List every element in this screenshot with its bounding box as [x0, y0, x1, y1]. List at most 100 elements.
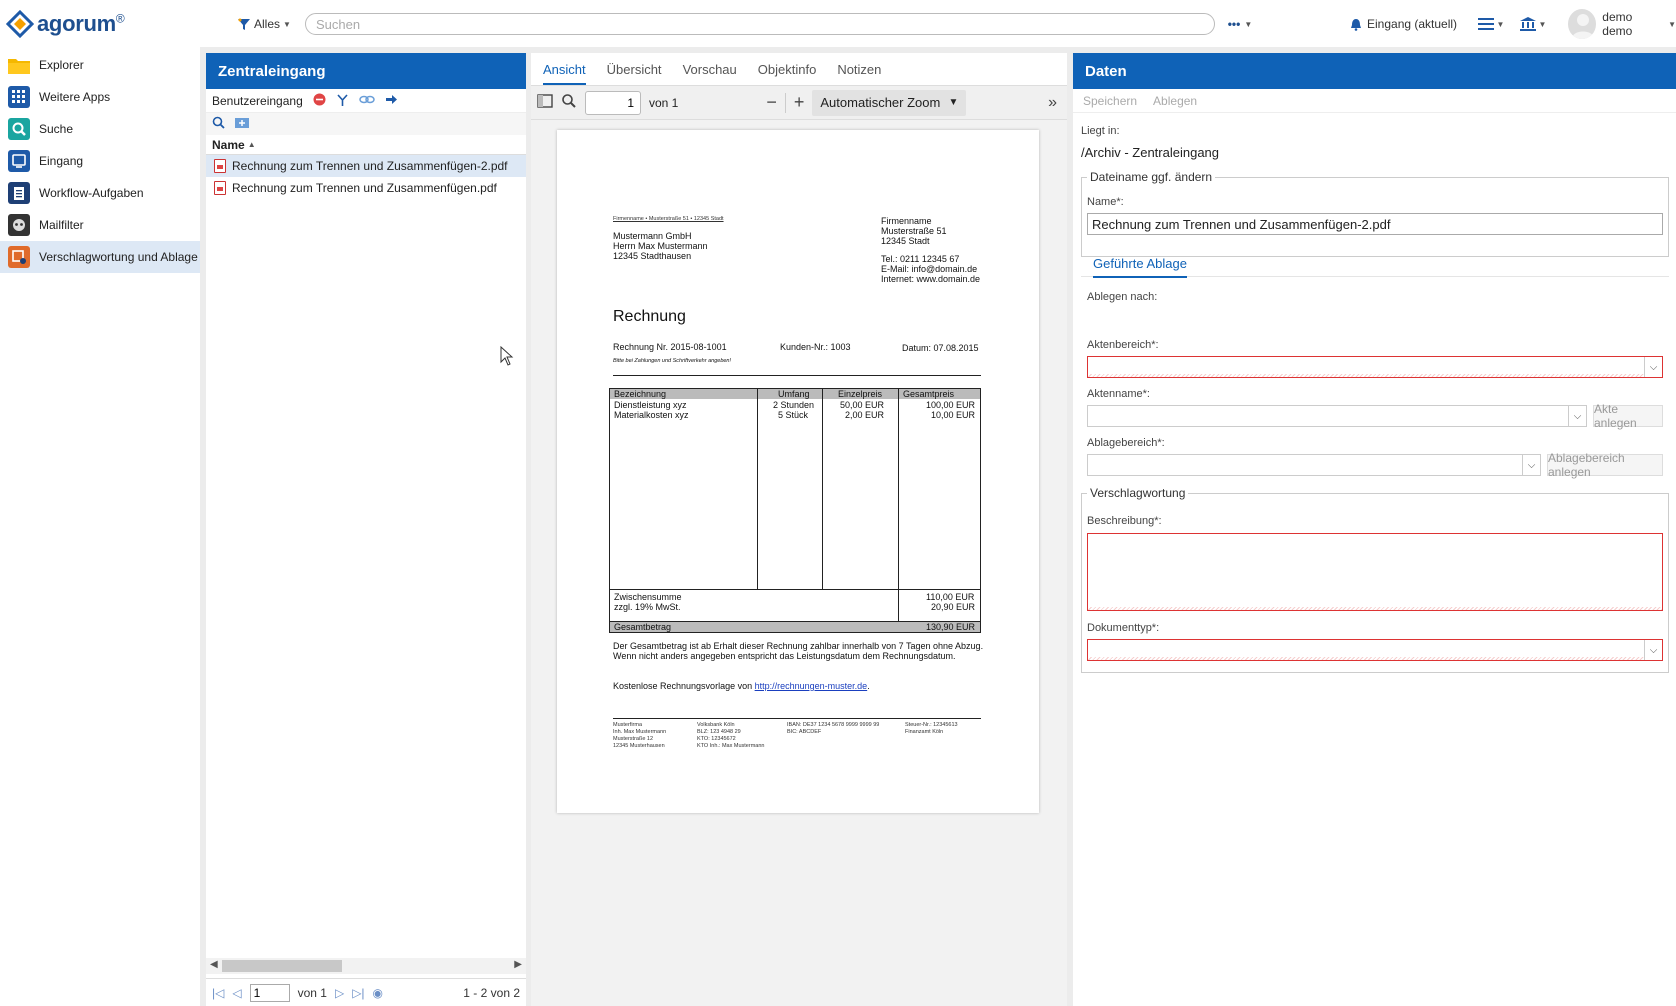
create-area-button[interactable]: Ablagebereich anlegen — [1547, 451, 1663, 479]
create-file-button[interactable]: Akte anlegen — [1593, 402, 1663, 430]
footer-line: KTO: 12345672 — [697, 736, 736, 742]
column-header-name[interactable]: Name ▲ — [206, 135, 526, 155]
doctype-combo[interactable]: ⌵ — [1087, 639, 1663, 661]
tab-ansicht[interactable]: Ansicht — [543, 62, 586, 85]
sidebar-item-mailfilter[interactable]: Mailfilter — [0, 209, 200, 241]
hamburger-icon — [1477, 18, 1494, 30]
aktenname-combo[interactable]: ⌵ — [1087, 405, 1587, 427]
table-cell: 2 Stunden — [773, 400, 815, 410]
pdf-page-input[interactable] — [585, 90, 641, 115]
vat-value: 20,90 EUR — [931, 602, 976, 612]
aktenname-label: Aktenname*: — [1087, 388, 1150, 400]
search-scope-dropdown[interactable]: Alles ▼ — [237, 14, 291, 34]
scroll-left-icon[interactable]: ◀ — [210, 959, 218, 970]
chevron-down-icon[interactable]: ⌵ — [1644, 640, 1662, 660]
chevron-down-icon: ▼ — [948, 97, 959, 108]
sidebar-toggle-icon[interactable] — [537, 94, 553, 111]
next-page-icon[interactable]: ▷ — [335, 986, 344, 1000]
find-icon[interactable] — [561, 93, 577, 112]
sidebar: Explorer Weitere Apps Suche Eingang Work… — [0, 47, 200, 1006]
table-header-cell: Gesamtpreis — [903, 389, 955, 399]
scroll-right-icon[interactable]: ▶ — [514, 959, 522, 970]
tab-uebersicht[interactable]: Übersicht — [607, 62, 662, 85]
first-page-icon[interactable]: |◁ — [212, 986, 224, 1000]
building-icon — [1519, 17, 1536, 31]
description-textarea[interactable] — [1087, 533, 1663, 611]
search-icon — [8, 118, 30, 140]
name-input[interactable]: Rechnung zum Trennen und Zusammenfügen-2… — [1087, 213, 1663, 235]
template-prefix: Kostenlose Rechnungsvorlage von — [613, 681, 753, 691]
zoom-out-icon[interactable]: − — [766, 92, 777, 113]
more-options-button[interactable]: ••• ▼ — [1221, 14, 1259, 34]
save-button[interactable]: Speichern — [1083, 94, 1137, 108]
sidebar-item-verschlagwortung-und-ablage[interactable]: Verschlagwortung und Ablage — [0, 241, 200, 273]
double-chevron-right-icon[interactable]: » — [1048, 94, 1057, 112]
app-logo[interactable]: agorum® — [6, 7, 125, 41]
table-divider — [610, 589, 980, 590]
tab-notizen[interactable]: Notizen — [837, 62, 881, 85]
inbox-current-button[interactable]: Eingang (aktuell) — [1350, 14, 1457, 34]
user-menu[interactable]: demo demo ▼ — [1568, 8, 1676, 40]
sidebar-item-suche[interactable]: Suche — [0, 113, 200, 145]
split-icon[interactable] — [336, 93, 349, 109]
pdf-file-icon — [214, 159, 226, 173]
aktenbereich-label: Aktenbereich*: — [1087, 339, 1159, 351]
rename-legend: Dateiname ggf. ändern — [1087, 170, 1216, 184]
divider — [613, 375, 981, 376]
name-label: Name*: — [1087, 196, 1124, 208]
contact-line: E-Mail: info@domain.de — [881, 264, 978, 274]
sidebar-item-eingang[interactable]: Eingang — [0, 145, 200, 177]
last-page-icon[interactable]: ▷| — [352, 986, 364, 1000]
chevron-down-icon[interactable]: ⌵ — [1522, 455, 1540, 475]
zoom-select[interactable]: Automatischer Zoom ▼ — [812, 89, 967, 116]
sidebar-item-workflow-aufgaben[interactable]: Workflow-Aufgaben — [0, 177, 200, 209]
top-bar: agorum® Alles ▼ ••• ▼ Eingang (aktuell) … — [0, 0, 1676, 47]
ablagebereich-combo[interactable]: ⌵ — [1087, 454, 1541, 476]
contact-line: Internet: www.domain.de — [881, 274, 981, 284]
merge-icon[interactable] — [359, 93, 375, 109]
pdf-file-icon — [214, 181, 226, 195]
sidebar-item-explorer[interactable]: Explorer — [0, 49, 200, 81]
template-link[interactable]: http://rechnungen-muster.de — [755, 681, 868, 691]
tab-guided-filing[interactable]: Geführte Ablage — [1093, 256, 1187, 278]
list-item[interactable]: Rechnung zum Trennen und Zusammenfügen.p… — [206, 177, 526, 199]
previous-page-icon[interactable]: ◁ — [232, 986, 241, 1000]
table-cell: 5 Stück — [778, 410, 809, 420]
search-icon[interactable] — [212, 116, 225, 132]
sidebar-item-label: Weitere Apps — [39, 90, 111, 104]
table-header-cell: Umfang — [778, 389, 810, 399]
ellipsis-icon: ••• — [1227, 17, 1241, 31]
tagging-legend: Verschlagwortung — [1087, 486, 1189, 500]
pdf-page-total: von 1 — [649, 95, 679, 110]
page-number-input[interactable] — [249, 983, 290, 1002]
zoom-in-icon[interactable]: + — [794, 92, 805, 113]
scrollbar-thumb[interactable] — [222, 960, 342, 972]
chevron-down-icon[interactable]: ⌵ — [1568, 406, 1586, 426]
list-item[interactable]: Rechnung zum Trennen und Zusammenfügen-2… — [206, 155, 526, 177]
arrow-right-icon[interactable] — [385, 93, 398, 109]
eye-icon[interactable]: ◉ — [373, 986, 383, 1000]
chevron-down-icon[interactable]: ⌵ — [1644, 357, 1662, 377]
main-menu-button[interactable]: ▼ — [1474, 14, 1508, 34]
table-divider — [757, 389, 758, 589]
tab-objektinfo[interactable]: Objektinfo — [758, 62, 817, 85]
footer-line: KTO Inh.: Max Mustermann — [697, 743, 765, 749]
sidebar-item-weitere-apps[interactable]: Weitere Apps — [0, 81, 200, 113]
tab-vorschau[interactable]: Vorschau — [683, 62, 737, 85]
file-button[interactable]: Ablegen — [1153, 94, 1197, 108]
search-input[interactable] — [305, 13, 1215, 35]
remove-icon[interactable] — [313, 93, 326, 109]
new-folder-icon[interactable] — [235, 116, 250, 132]
footer-line: Steuer-Nr.: 12345613 — [905, 722, 958, 728]
aktenbereich-combo[interactable]: ⌵ — [1087, 356, 1663, 378]
file-name: Rechnung zum Trennen und Zusammenfügen.p… — [232, 181, 497, 195]
footer-line: 12345 Musterhausen — [613, 743, 665, 749]
footer-divider — [613, 718, 981, 719]
pdf-canvas[interactable]: Firmenname • Musterstraße 51 • 12345 Sta… — [531, 120, 1067, 1006]
horizontal-scrollbar[interactable]: ◀ ▶ — [206, 958, 526, 974]
organization-menu-button[interactable]: ▼ — [1516, 14, 1550, 34]
table-cell: Dienstleistung xyz — [614, 400, 687, 410]
sidebar-item-label: Mailfilter — [39, 218, 84, 232]
template-suffix: . — [867, 681, 870, 691]
result-range: 1 - 2 von 2 — [463, 985, 520, 1000]
